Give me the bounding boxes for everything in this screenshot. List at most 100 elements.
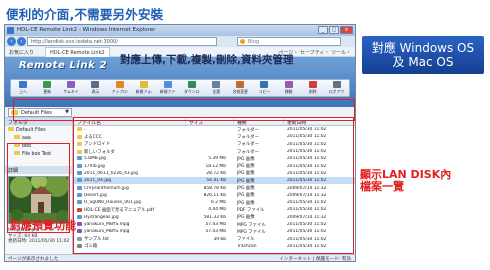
file-name-text: HDL-CE 画面で見るマニュアル.pdf <box>84 207 154 213</box>
column-type[interactable]: 種類 <box>234 118 284 126</box>
close-button[interactable]: × <box>340 26 353 34</box>
file-type-text: フォルダー <box>237 134 259 140</box>
file-row[interactable]: ゴミ箱 Trashcan 2011/05/30 11:02 <box>74 243 355 250</box>
file-date-text: 2011/05/30 11:02 <box>287 236 327 242</box>
file-type: JPG 画像 <box>234 156 284 162</box>
toolbar-button-new-folder[interactable]: 新規フォルダ <box>136 81 152 94</box>
file-row[interactable]: yanakuni_MBYS.mpg 57.43 Mb MPG ファイル 2011/05… <box>74 228 355 235</box>
file-name-text: サンプル.txt <box>84 237 109 243</box>
video-icon <box>77 229 82 234</box>
toolbar-button-up-arrow[interactable]: 上へ <box>15 81 31 94</box>
move-icon <box>284 81 293 88</box>
forward-arrow-icon[interactable]: › <box>17 37 26 46</box>
file-type: PDF ファイル <box>234 207 284 213</box>
toolbar-button-thumbnail[interactable]: サムネイル <box>63 81 79 94</box>
file-date: 2009/07/14 11:32 <box>284 186 355 191</box>
file-name: yanakuni_MBYS.mpg <box>74 222 186 227</box>
file-name: サンプル.txt <box>74 236 186 242</box>
file-name: ゴミ箱 <box>74 243 186 249</box>
toolbar-button-delete[interactable]: 削除 <box>305 81 321 94</box>
bing-icon <box>240 39 245 44</box>
page-tab[interactable]: HDL-CE Remote Link2 <box>45 47 110 57</box>
file-size-text: 54.41 Kb <box>206 178 226 184</box>
file-name-text: 5.bMB.jpg <box>84 156 106 162</box>
file-row[interactable]: Desert.jpg 826.11 Kb JPG 画像 2009/07/14 11:3… <box>74 192 355 199</box>
search-input[interactable]: Bing <box>237 37 341 46</box>
tree-item-bbb[interactable]: bbb <box>5 142 72 150</box>
toolbar-button-refresh[interactable]: 更新 <box>39 81 55 94</box>
file-row[interactable]: Hydrangeas.jpg 581.33 Kb JPG 画像 2009/07/14 … <box>74 214 355 221</box>
file-type-text: JPG 画像 <box>237 178 255 184</box>
file-type: フォルダー <box>234 134 284 140</box>
column-size[interactable]: サイズ <box>186 118 234 126</box>
up-arrow-icon <box>19 81 28 88</box>
file-row[interactable]: アンドロイド フォルダー 2011/05/30 11:02 <box>74 141 355 148</box>
chevron-down-icon: ▼ <box>65 109 69 115</box>
toolbar-button-new-file[interactable]: 新規ファイル <box>160 81 176 94</box>
file-row[interactable]: yanakuni_MBYS.mpg 57.43 Mb MPG ファイル 2011/05… <box>74 221 355 228</box>
file-row[interactable]: HDL-CE 画面で見るマニュアル.pdf 4.44 Mb PDF ファイル 2011… <box>74 206 355 213</box>
file-row[interactable]: 2011_04.jpg 54.41 Kb JPG 画像 2011/05/30 11:0… <box>74 177 355 185</box>
toolbar-button-upload[interactable]: アップロード <box>112 81 128 94</box>
search-placeholder: Bing <box>248 39 260 45</box>
image-icon <box>77 214 82 219</box>
minimize-button[interactable]: _ <box>318 26 328 34</box>
toolbar-button-rename[interactable]: 名前変更 <box>232 81 248 94</box>
folders-header: フォルダ <box>5 118 72 126</box>
toolbar-button-copy[interactable]: コピー <box>256 81 272 94</box>
file-type: JPG 画像 <box>234 200 284 206</box>
toolbar-button-logout[interactable]: ログアウト <box>329 81 345 94</box>
preview-callout: 對應預覽功能 <box>10 219 76 232</box>
file-row[interactable]: 新しいフォルダ フォルダー 2011/05/30 11:02 <box>74 148 355 155</box>
file-list-callout-line2: 檔案一覽 <box>360 180 404 193</box>
file-date: 2011/05/30 11:02 <box>284 229 355 234</box>
toolbar-button-download[interactable]: ダウンロード <box>184 81 200 94</box>
toolbar-button-label: 新規ファイル <box>159 89 176 94</box>
file-date: 2009/07/14 11:32 <box>284 193 355 198</box>
file-size-text: 28.72 Kb <box>206 170 226 176</box>
file-type: ファイル <box>234 236 284 242</box>
image-icon <box>77 185 82 190</box>
favorites-button[interactable]: お気に入り <box>9 49 34 56</box>
file-type-text: MPG ファイル <box>237 229 266 235</box>
maximize-button[interactable]: □ <box>329 26 339 34</box>
file-row[interactable]: Chrysanthemum.jpg 858.78 Kb JPG 画像 2009/07/… <box>74 184 355 191</box>
file-type: Trashcan <box>234 244 284 249</box>
tree-item-aaa[interactable]: aaa <box>5 134 72 142</box>
file-type-text: JPG 画像 <box>237 171 255 177</box>
file-date: 2011/05/30 11:02 <box>284 156 355 161</box>
file-date-text: 2009/07/14 11:32 <box>287 192 327 198</box>
left-pane: フォルダ Default Files aaa bbb File box Test… <box>5 118 73 254</box>
tree-item-default-files[interactable]: Default Files <box>5 126 72 134</box>
file-name: 17mb.jpg <box>74 163 186 169</box>
window-title: HDL-CE Remote Link2 - Windows Internet E… <box>17 27 156 33</box>
remote-link-logo: Remote Link 2 <box>19 60 108 71</box>
file-name-text: Chrysanthemum.jpg <box>84 185 129 191</box>
toolbar-button-select-all[interactable]: 全選 <box>208 81 224 94</box>
file-row[interactable]: 5.bMB.jpg 5.39 Mb JPG 画像 2011/05/30 11:02 <box>74 155 355 162</box>
path-select[interactable]: Default Files ▼ <box>8 108 72 117</box>
file-row[interactable]: 2011_0611_0226_43.jpg 28.72 Kb JPG 画像 2011/… <box>74 170 355 177</box>
url-input[interactable]: http://landisk-xxx.iodata.net:3000/ <box>27 37 217 46</box>
address-bar: ‹ › http://landisk-xxx.iodata.net:3000/ … <box>5 36 355 47</box>
column-date[interactable]: 更新日時 <box>284 118 355 126</box>
toolbar-button-label: 移動 <box>284 89 293 94</box>
toolbar-button-move[interactable]: 移動 <box>281 81 297 94</box>
file-row[interactable]: サンプル.txt 39 bb ファイル 2011/05/30 11:02 <box>74 235 355 242</box>
file-type-text: JPG 画像 <box>237 200 255 206</box>
rename-icon <box>236 81 245 88</box>
file-row[interactable]: H_Sg0N0_Houses_001.jpg 6.2 Mb JPG 画像 2011/0… <box>74 199 355 206</box>
new-folder-icon <box>139 81 148 88</box>
file-row[interactable]: .. フォルダー 2011/05/30 11:02 <box>74 126 355 133</box>
column-name[interactable]: ファイル名 <box>74 118 186 126</box>
file-type: JPG 画像 <box>234 214 284 220</box>
tree-item-file-box-test[interactable]: File box Test <box>5 150 72 158</box>
os-support-badge: 對應 Windows OS 及 Mac OS <box>362 36 484 74</box>
file-name-text: Desert.jpg <box>84 192 107 198</box>
toolbar-button-label: 新規フォルダ <box>135 89 152 94</box>
file-date-text: 2009/07/14 11:32 <box>287 214 327 220</box>
file-row[interactable]: 17mb.jpg 18.12 Mb JPG 画像 2011/05/30 11:02 <box>74 162 355 169</box>
back-arrow-icon[interactable]: ‹ <box>7 37 16 46</box>
file-row[interactable]: よるCCC フォルダー 2011/05/30 11:02 <box>74 133 355 140</box>
toolbar-button-view[interactable]: 表示 <box>87 81 103 94</box>
